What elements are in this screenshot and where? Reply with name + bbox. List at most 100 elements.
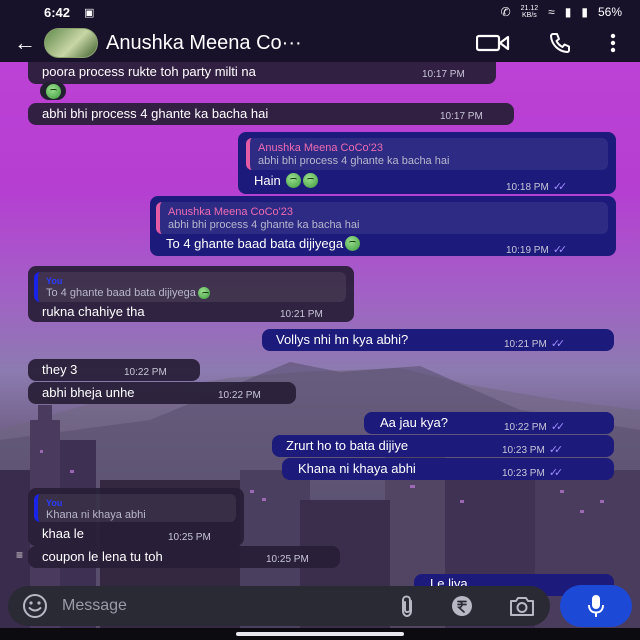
- message-time: 10:22 PM ✓✓: [504, 420, 566, 433]
- quote-text-content: To 4 ghante baad bata dijiyega: [46, 287, 196, 299]
- microphone-button[interactable]: [560, 585, 632, 627]
- message-text: Zrurt ho to bata dijiye: [286, 438, 409, 453]
- system-navigation-bar: [0, 628, 640, 640]
- message-bubble-outgoing[interactable]: Zrurt ho to bata dijiye 10:23 PM ✓✓: [272, 435, 614, 457]
- read-ticks-icon: ✓✓: [552, 181, 568, 193]
- read-ticks-icon: ✓✓: [548, 444, 564, 456]
- quote-author: You: [46, 498, 63, 508]
- contact-name[interactable]: Anushka Meena Co···: [106, 32, 302, 55]
- message-composer: Message: [8, 586, 550, 626]
- read-ticks-icon: ✓✓: [552, 244, 568, 256]
- message-bubble-incoming[interactable]: abhi bhi process 4 ghante ka bacha hai 1…: [28, 103, 514, 125]
- paperclip-icon[interactable]: [398, 594, 416, 618]
- message-time: 10:17 PM: [422, 69, 465, 80]
- message-bubble-outgoing[interactable]: Khana ni khaya abhi 10:23 PM ✓✓: [282, 458, 614, 480]
- message-time-value: 10:18 PM: [506, 182, 549, 193]
- quote-text: abhi bhi process 4 ghante ka bacha hai: [168, 219, 360, 231]
- home-gesture-bar[interactable]: [236, 632, 404, 636]
- message-time-value: 10:19 PM: [506, 245, 549, 256]
- message-time: 10:23 PM ✓✓: [502, 443, 564, 456]
- message-bubble-outgoing[interactable]: Aa jau kya? 10:22 PM ✓✓: [364, 412, 614, 434]
- message-time: 10:17 PM: [440, 111, 483, 122]
- message-bubble-incoming[interactable]: coupon le lena tu toh 10:25 PM: [28, 546, 340, 568]
- message-text: Hain: [254, 173, 319, 188]
- message-time-value: 10:23 PM: [502, 468, 545, 479]
- emoji-icon: [197, 287, 210, 299]
- message-bubble-incoming[interactable]: You Khana ni khaya abhi khaa le 10:25 PM: [28, 488, 244, 546]
- message-list[interactable]: poora process rukte toh party milti na 1…: [0, 62, 640, 596]
- message-bubble-incoming[interactable]: abhi bheja unhe 10:22 PM: [28, 382, 296, 404]
- message-text: coupon le lena tu toh: [42, 549, 163, 564]
- reaction-emoji[interactable]: [40, 82, 66, 100]
- message-text-content: To 4 ghante baad bata dijiyega: [166, 236, 344, 251]
- emoji-icon: [303, 173, 319, 188]
- message-text: abhi bhi process 4 ghante ka bacha hai: [42, 106, 269, 121]
- clock: 6:42: [44, 4, 71, 20]
- arrow-left-icon[interactable]: ←: [10, 30, 40, 56]
- read-ticks-icon: ✓✓: [550, 421, 566, 433]
- message-bubble-outgoing[interactable]: Anushka Meena CoCo'23 abhi bhi process 4…: [238, 132, 616, 194]
- message-text: they 3: [42, 362, 78, 377]
- quote-author: You: [46, 276, 63, 286]
- microphone-icon: [588, 595, 604, 617]
- network-speed: 21.12 KB/s: [521, 5, 539, 19]
- message-bubble-outgoing[interactable]: Vollys nhi hn kya abhi? 10:21 PM ✓✓: [262, 329, 614, 351]
- message-text: To 4 ghante baad bata dijiyega: [166, 236, 361, 251]
- quote-text: Khana ni khaya abhi: [46, 509, 146, 521]
- battery-icon: ▮: [581, 5, 588, 19]
- quote-text: To 4 ghante baad bata dijiyega: [46, 287, 338, 299]
- quote-text: abhi bhi process 4 ghante ka bacha hai: [258, 155, 450, 167]
- camera-icon[interactable]: [508, 594, 536, 618]
- video-call-icon[interactable]: [476, 34, 510, 52]
- signal-icon: ▮: [564, 5, 572, 19]
- chat-header: ← Anushka Meena Co···: [0, 24, 640, 62]
- message-text: rukna chahiye tha: [42, 304, 145, 319]
- read-ticks-icon: ✓✓: [550, 338, 566, 350]
- quoted-message[interactable]: You To 4 ghante baad bata dijiyega: [34, 272, 346, 302]
- message-time: 10:19 PM ✓✓: [506, 243, 568, 256]
- notification-icon: ▣: [84, 6, 95, 19]
- call-status-icon: ✆: [500, 5, 511, 19]
- more-vert-icon[interactable]: [610, 33, 616, 53]
- message-time: 10:18 PM ✓✓: [506, 180, 568, 193]
- quote-author: Anushka Meena CoCo'23: [258, 142, 384, 154]
- status-bar: 6:42 ▣ ✆ 21.12 KB/s ≈ ▮ ▮ 56%: [0, 0, 640, 24]
- emoji-icon: [286, 173, 302, 188]
- network-speed-value: 21.12: [520, 5, 539, 12]
- avatar[interactable]: [44, 28, 98, 58]
- message-time: 10:22 PM: [218, 390, 261, 401]
- smiley-icon[interactable]: [22, 593, 48, 619]
- phone-icon[interactable]: [548, 31, 572, 55]
- message-text: khaa le: [42, 526, 84, 541]
- emoji-icon: [45, 84, 61, 99]
- rupee-icon[interactable]: [450, 594, 474, 618]
- message-bubble-incoming[interactable]: poora process rukte toh party milti na 1…: [28, 62, 496, 84]
- message-bubble-outgoing[interactable]: Anushka Meena CoCo'23 abhi bhi process 4…: [150, 196, 616, 256]
- quoted-message[interactable]: Anushka Meena CoCo'23 abhi bhi process 4…: [156, 202, 608, 234]
- message-text-content: Hain: [254, 173, 281, 188]
- message-time-value: 10:21 PM: [504, 339, 547, 350]
- message-text: Aa jau kya?: [380, 415, 448, 430]
- message-time: 10:21 PM: [280, 309, 323, 320]
- message-time-value: 10:22 PM: [504, 422, 547, 433]
- message-time: 10:25 PM: [168, 532, 211, 543]
- quoted-message[interactable]: You Khana ni khaya abhi: [34, 494, 236, 522]
- message-text: Khana ni khaya abhi: [298, 461, 416, 476]
- wifi-icon: ≈: [548, 5, 555, 19]
- list-icon: ≡: [16, 548, 24, 562]
- message-time-value: 10:23 PM: [502, 445, 545, 456]
- quote-author: Anushka Meena CoCo'23: [168, 206, 294, 218]
- quoted-message[interactable]: Anushka Meena CoCo'23 abhi bhi process 4…: [246, 138, 608, 170]
- emoji-icon: [345, 236, 361, 251]
- message-time: 10:23 PM ✓✓: [502, 466, 563, 479]
- network-speed-unit: KB/s: [521, 12, 537, 19]
- message-text: poora process rukte toh party milti na: [42, 64, 256, 79]
- message-bubble-incoming[interactable]: You To 4 ghante baad bata dijiyega rukna…: [28, 266, 354, 322]
- battery-level: 56%: [597, 5, 622, 19]
- message-time: 10:25 PM: [266, 554, 309, 565]
- message-text: Vollys nhi hn kya abhi?: [276, 332, 409, 347]
- message-time: 10:22 PM: [124, 367, 167, 378]
- message-bubble-incoming[interactable]: they 3 10:22 PM: [28, 359, 200, 381]
- message-time: 10:21 PM ✓✓: [504, 337, 566, 350]
- message-input[interactable]: Message: [62, 597, 127, 615]
